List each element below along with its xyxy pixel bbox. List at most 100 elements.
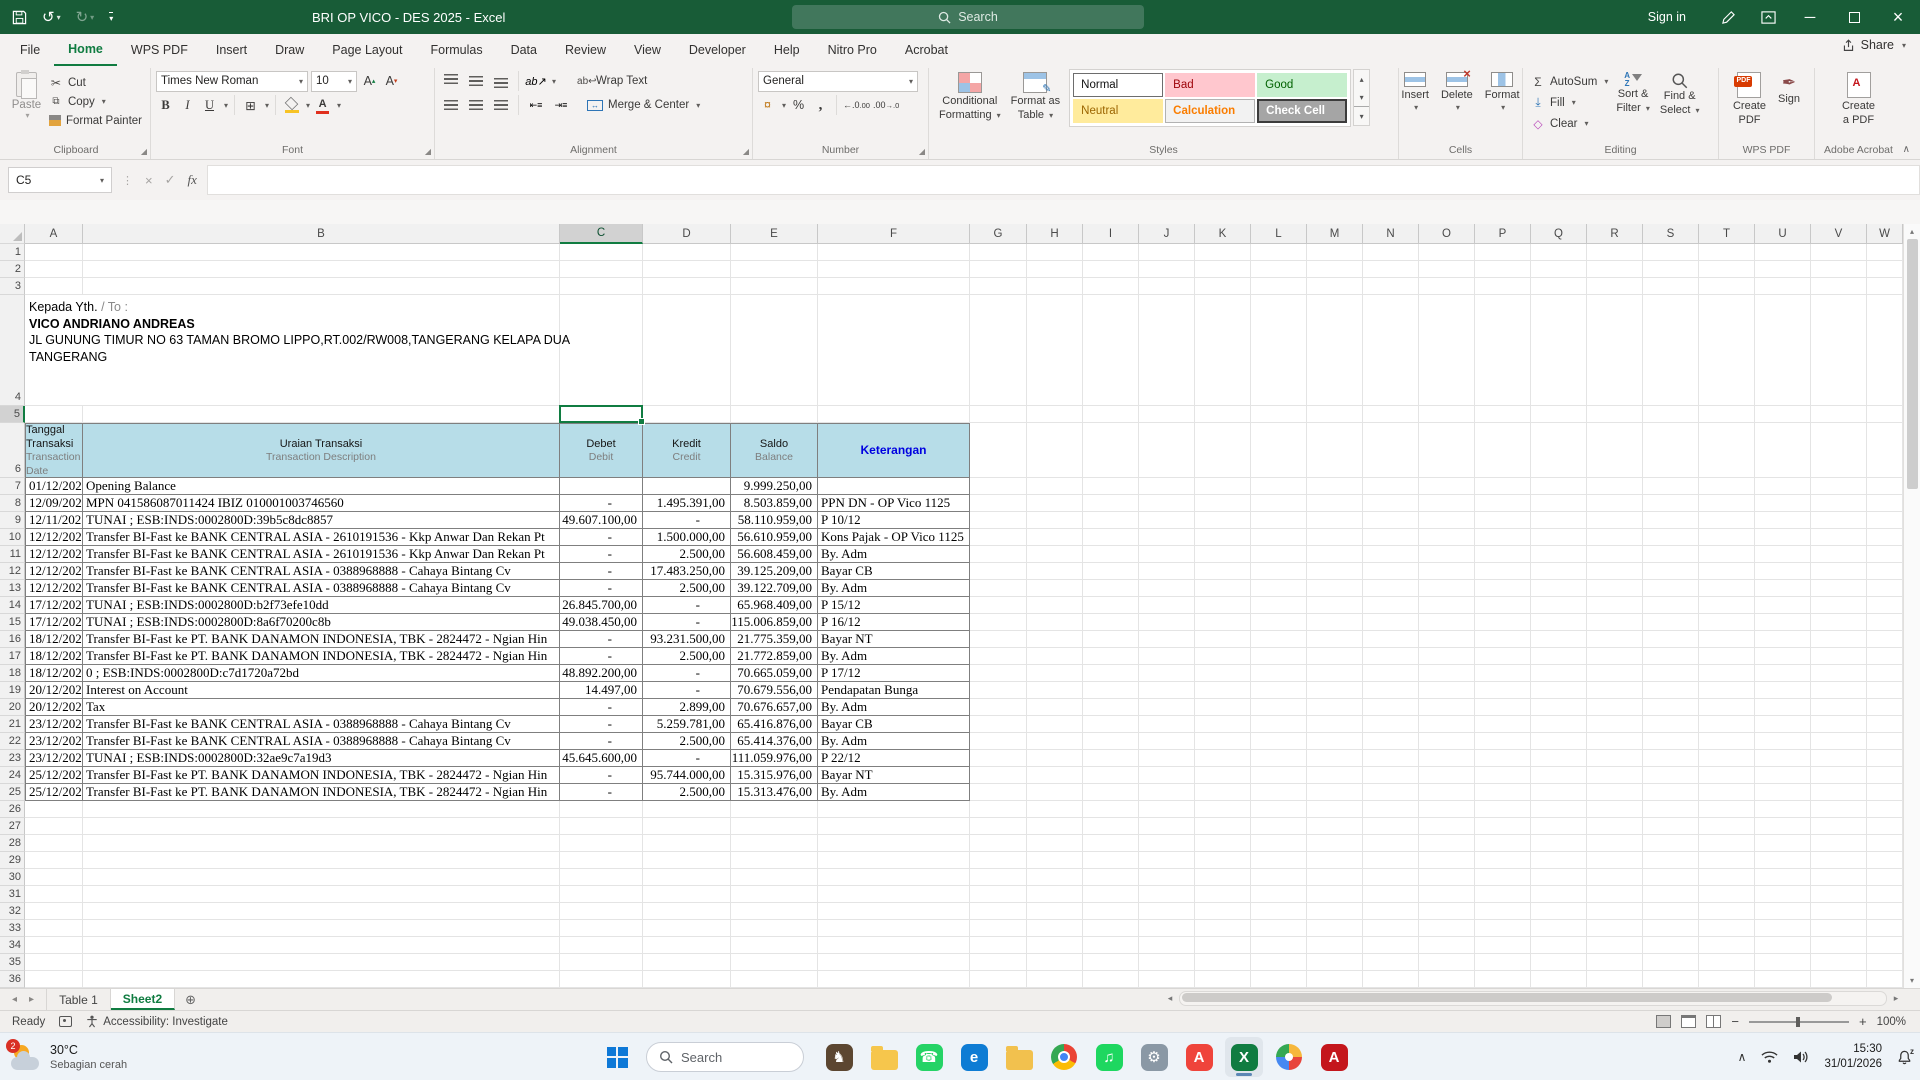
cell-K29[interactable] <box>1195 852 1251 869</box>
cell-U36[interactable] <box>1755 971 1811 988</box>
cell-U9[interactable] <box>1755 512 1811 529</box>
cell-N27[interactable] <box>1363 818 1419 835</box>
cell-P9[interactable] <box>1475 512 1531 529</box>
cell-V28[interactable] <box>1811 835 1867 852</box>
cell-I28[interactable] <box>1083 835 1139 852</box>
cell-balance-E23[interactable]: 111.059.976,00 <box>731 750 818 767</box>
cell-P7[interactable] <box>1475 478 1531 495</box>
cell-G12[interactable] <box>970 563 1027 580</box>
font-size-select[interactable]: 10▾ <box>311 71 357 92</box>
cell-date-A24[interactable]: 25/12/2025 <box>25 767 83 784</box>
cell-W9[interactable] <box>1867 512 1903 529</box>
vertical-scrollbar[interactable]: ▴ ▾ <box>1903 224 1920 988</box>
cell-O4[interactable] <box>1419 295 1475 406</box>
cell-W21[interactable] <box>1867 716 1903 733</box>
titlebar-search[interactable]: Search <box>792 5 1144 29</box>
cell-G11[interactable] <box>970 546 1027 563</box>
cell-T36[interactable] <box>1699 971 1755 988</box>
macro-record-icon[interactable] <box>59 1016 72 1027</box>
cell-debit-C23[interactable]: 45.645.600,00 <box>560 750 643 767</box>
cell-C35[interactable] <box>560 954 643 971</box>
photos-icon[interactable] <box>1270 1037 1308 1077</box>
cell-I25[interactable] <box>1083 784 1139 801</box>
cell-L15[interactable] <box>1251 614 1307 631</box>
find-select-button[interactable]: Find & Select ▾ <box>1655 69 1705 121</box>
cell-S32[interactable] <box>1643 903 1699 920</box>
cell-V24[interactable] <box>1811 767 1867 784</box>
cell-S35[interactable] <box>1643 954 1699 971</box>
cell-balance-E21[interactable]: 65.416.876,00 <box>731 716 818 733</box>
cell-M20[interactable] <box>1307 699 1363 716</box>
cell-W23[interactable] <box>1867 750 1903 767</box>
cell-M6[interactable] <box>1307 423 1363 478</box>
cell-note-F18[interactable]: P 17/12 <box>818 665 970 682</box>
cell-date-A17[interactable]: 18/12/2025 <box>25 648 83 665</box>
cell-D34[interactable] <box>643 937 731 954</box>
cell-P36[interactable] <box>1475 971 1531 988</box>
cell-R32[interactable] <box>1587 903 1643 920</box>
cell-T8[interactable] <box>1699 495 1755 512</box>
cell-description-B16[interactable]: Transfer BI-Fast ke PT. BANK DANAMON IND… <box>83 631 560 648</box>
pen-mode-icon[interactable] <box>1708 0 1748 34</box>
cell-U20[interactable] <box>1755 699 1811 716</box>
cell-H16[interactable] <box>1027 631 1083 648</box>
cell-N10[interactable] <box>1363 529 1419 546</box>
cell-F29[interactable] <box>818 852 970 869</box>
row-header-3[interactable]: 3 <box>0 278 25 295</box>
cell-B28[interactable] <box>83 835 560 852</box>
cell-V9[interactable] <box>1811 512 1867 529</box>
cell-description-B20[interactable]: Tax <box>83 699 560 716</box>
cell-B2[interactable] <box>83 261 560 278</box>
cell-M34[interactable] <box>1307 937 1363 954</box>
column-header-J[interactable]: J <box>1139 224 1195 244</box>
cell-P33[interactable] <box>1475 920 1531 937</box>
cell-H11[interactable] <box>1027 546 1083 563</box>
column-header-W[interactable]: W <box>1867 224 1903 244</box>
cell-Q18[interactable] <box>1531 665 1587 682</box>
cell-N9[interactable] <box>1363 512 1419 529</box>
cell-T9[interactable] <box>1699 512 1755 529</box>
cell-J5[interactable] <box>1139 406 1195 423</box>
cell-V11[interactable] <box>1811 546 1867 563</box>
cell-H5[interactable] <box>1027 406 1083 423</box>
tab-help[interactable]: Help <box>760 34 814 66</box>
table-header-keterangan[interactable]: Keterangan <box>818 423 970 478</box>
column-header-V[interactable]: V <box>1811 224 1867 244</box>
cell-N7[interactable] <box>1363 478 1419 495</box>
cell-J1[interactable] <box>1139 244 1195 261</box>
cell-V13[interactable] <box>1811 580 1867 597</box>
row-header-22[interactable]: 22 <box>0 733 25 750</box>
cell-note-F7[interactable] <box>818 478 970 495</box>
cell-B29[interactable] <box>83 852 560 869</box>
column-header-B[interactable]: B <box>83 224 560 244</box>
cell-date-A19[interactable]: 20/12/2025 <box>25 682 83 699</box>
cell-credit-D13[interactable]: 2.500,00 <box>643 580 731 597</box>
cell-C2[interactable] <box>560 261 643 278</box>
cell-I7[interactable] <box>1083 478 1139 495</box>
cell-Q13[interactable] <box>1531 580 1587 597</box>
cell-S34[interactable] <box>1643 937 1699 954</box>
cell-A33[interactable] <box>25 920 83 937</box>
cell-K23[interactable] <box>1195 750 1251 767</box>
cell-H20[interactable] <box>1027 699 1083 716</box>
cell-H21[interactable] <box>1027 716 1083 733</box>
cell-balance-E11[interactable]: 56.608.459,00 <box>731 546 818 563</box>
row-header-36[interactable]: 36 <box>0 971 25 988</box>
cell-C1[interactable] <box>560 244 643 261</box>
cell-balance-E17[interactable]: 21.772.859,00 <box>731 648 818 665</box>
cell-description-B7[interactable]: Opening Balance <box>83 478 560 495</box>
cell-G9[interactable] <box>970 512 1027 529</box>
cell-date-A12[interactable]: 12/12/2025 <box>25 563 83 580</box>
cell-N2[interactable] <box>1363 261 1419 278</box>
cell-S10[interactable] <box>1643 529 1699 546</box>
vertical-scroll-thumb[interactable] <box>1907 239 1918 489</box>
cell-credit-D25[interactable]: 2.500,00 <box>643 784 731 801</box>
cell-L24[interactable] <box>1251 767 1307 784</box>
cell-G10[interactable] <box>970 529 1027 546</box>
cell-O29[interactable] <box>1419 852 1475 869</box>
cell-W1[interactable] <box>1867 244 1903 261</box>
cell-E4[interactable] <box>731 295 818 406</box>
page-break-view-icon[interactable] <box>1706 1015 1721 1028</box>
cell-E5[interactable] <box>731 406 818 423</box>
cell-P13[interactable] <box>1475 580 1531 597</box>
